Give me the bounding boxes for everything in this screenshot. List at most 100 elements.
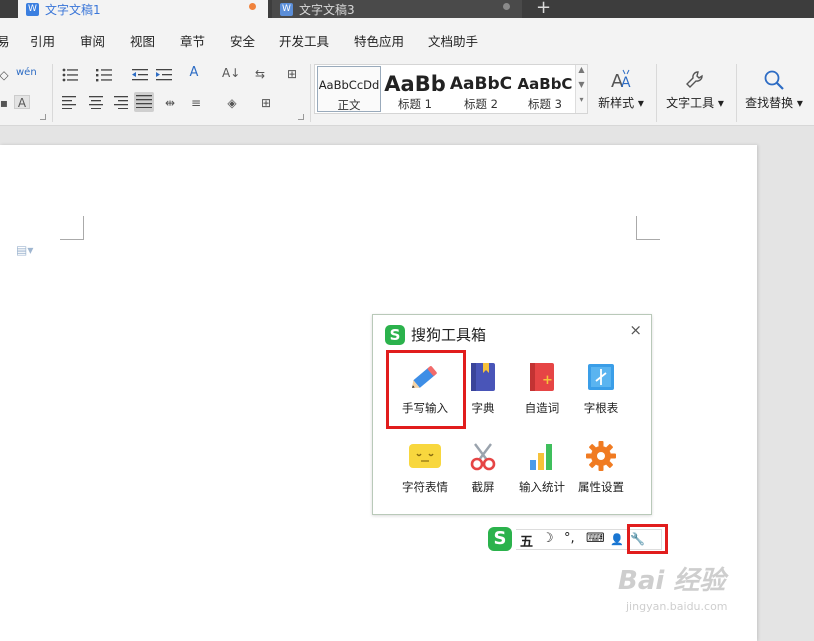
style-gallery: AaBbCcDd 正文 AaBb 标题 1 AaBbC 标题 2 AaBbC 标… bbox=[314, 64, 588, 114]
style-heading-1[interactable]: AaBb 标题 1 bbox=[383, 66, 447, 112]
sort-icon[interactable]: A↓ bbox=[222, 66, 240, 80]
tab-dot-icon bbox=[503, 3, 510, 10]
close-icon[interactable]: × bbox=[629, 321, 642, 339]
ribbon-separator bbox=[52, 64, 53, 122]
gallery-expand-icon[interactable]: ▾ bbox=[576, 95, 587, 104]
menu-item-chapter[interactable]: 章节 bbox=[180, 31, 205, 50]
style-label: 标题 3 bbox=[528, 97, 562, 111]
numbered-list-icon[interactable] bbox=[96, 68, 112, 82]
watermark-url: jingyan.baidu.com bbox=[626, 600, 728, 613]
menu-item-special-apps[interactable]: 特色应用 bbox=[354, 31, 404, 50]
font-dialog-launcher-icon[interactable] bbox=[40, 114, 46, 120]
text-tools-button[interactable]: 文字工具 ▾ bbox=[664, 66, 726, 111]
style-normal[interactable]: AaBbCcDd 正文 bbox=[317, 66, 381, 112]
line-spacing-icon[interactable]: ≡ bbox=[188, 96, 204, 110]
svg-text:A: A bbox=[621, 75, 631, 91]
show-hide-marks-icon[interactable]: ⊞ bbox=[284, 67, 300, 81]
tool-label: 字根表 bbox=[583, 401, 619, 415]
menu-item-security[interactable]: 安全 bbox=[230, 31, 255, 50]
style-sample: AaBbC bbox=[517, 75, 573, 93]
line-wrap-icon[interactable]: ⇆ bbox=[252, 67, 268, 81]
tool-screenshot[interactable]: 截屏 bbox=[452, 437, 514, 495]
watermark-main: Bai 经验 bbox=[618, 566, 726, 596]
new-style-icon: AA bbox=[596, 66, 646, 94]
style-heading-3[interactable]: AaBbC 标题 3 bbox=[515, 66, 575, 112]
borders-icon[interactable]: ⊞ bbox=[258, 96, 274, 110]
custom-word-icon: + bbox=[511, 358, 573, 396]
tab-document-3[interactable]: W 文字文稿3 bbox=[272, 0, 522, 18]
tool-label: 输入统计 bbox=[519, 480, 565, 494]
align-left-icon[interactable] bbox=[62, 96, 78, 110]
justify-icon[interactable] bbox=[134, 92, 154, 112]
highlight-toolbox-button bbox=[627, 524, 668, 554]
new-style-button[interactable]: AA 新样式 ▾ bbox=[596, 66, 646, 111]
char-shading-icon[interactable]: A bbox=[14, 95, 30, 110]
paragraph-layout-icon[interactable]: ▤▾ bbox=[16, 243, 33, 257]
style-heading-2[interactable]: AaBbC 标题 2 bbox=[449, 66, 513, 112]
ribbon-separator bbox=[310, 64, 311, 122]
find-replace-button[interactable]: 查找替换 ▾ bbox=[744, 66, 804, 111]
menu-item-partial[interactable]: 易 bbox=[0, 31, 10, 50]
stats-icon bbox=[511, 437, 573, 475]
tab-document-1[interactable]: W 文字文稿1 bbox=[18, 0, 268, 18]
ribbon-separator bbox=[656, 64, 657, 122]
tab-label: 文字文稿3 bbox=[299, 2, 355, 17]
keyboard-icon[interactable]: ⌨ bbox=[586, 531, 605, 546]
tool-radical-table[interactable]: 字根表 bbox=[570, 358, 632, 416]
tool-label: 字符表情 bbox=[402, 480, 448, 494]
text-direction-icon[interactable]: A bbox=[186, 66, 202, 80]
scissors-icon bbox=[452, 437, 514, 475]
phonetic-guide-icon[interactable]: wén bbox=[16, 66, 37, 80]
gallery-scrollbar[interactable]: ▲ ▼ ▾ bbox=[575, 65, 587, 113]
paragraph-dialog-launcher-icon[interactable] bbox=[298, 114, 304, 120]
align-right-icon[interactable] bbox=[112, 96, 128, 110]
style-label: 标题 2 bbox=[464, 97, 498, 111]
find-replace-label: 查找替换 ▾ bbox=[745, 96, 803, 110]
bullet-list-icon[interactable] bbox=[62, 68, 78, 82]
tool-custom-word[interactable]: + 自造词 bbox=[511, 358, 573, 416]
moon-icon[interactable]: ☽ bbox=[542, 531, 554, 546]
menu-item-doc-assistant[interactable]: 文档助手 bbox=[428, 31, 478, 50]
distributed-align-icon[interactable]: ⇹ bbox=[162, 96, 178, 110]
margin-corner-top-left bbox=[60, 216, 84, 240]
wps-writer-icon: W bbox=[26, 2, 39, 16]
chevron-down-icon[interactable]: ▼ bbox=[576, 80, 587, 89]
radical-table-icon bbox=[570, 358, 632, 396]
tool-emoticon[interactable]: 字符表情 bbox=[394, 437, 456, 495]
chevron-up-icon[interactable]: ▲ bbox=[576, 65, 587, 74]
new-tab-button[interactable]: + bbox=[536, 0, 551, 18]
tool-settings[interactable]: 属性设置 bbox=[570, 437, 632, 495]
sogou-logo-icon[interactable]: S bbox=[488, 527, 512, 551]
sogou-logo-icon: S bbox=[385, 325, 405, 345]
tool-label: 自造词 bbox=[524, 401, 560, 415]
increase-indent-icon[interactable] bbox=[156, 68, 172, 82]
style-label: 标题 1 bbox=[398, 97, 432, 111]
menu-item-review[interactable]: 审阅 bbox=[80, 31, 105, 50]
tool-label: 属性设置 bbox=[578, 480, 624, 494]
svg-text:+: + bbox=[542, 373, 553, 388]
menu-item-view[interactable]: 视图 bbox=[130, 31, 155, 50]
gear-icon bbox=[570, 437, 632, 475]
input-mode-icon[interactable]: 五 bbox=[520, 531, 533, 550]
highlight-handwriting bbox=[386, 350, 466, 429]
align-center-icon[interactable] bbox=[88, 96, 104, 110]
ribbon-toolbar: ◇ wén ▪ A A A↓ ⇆ ⊞ ⇹ ≡ ◈ ⊞ AaBbCcDd 正文 A… bbox=[0, 60, 814, 126]
menu-item-developer[interactable]: 开发工具 bbox=[279, 31, 329, 50]
font-tool-icon[interactable]: ◇ bbox=[0, 68, 12, 82]
margin-corner-top-right bbox=[636, 216, 660, 240]
menu-bar: 易 引用 审阅 视图 章节 安全 开发工具 特色应用 文档助手 bbox=[0, 18, 814, 60]
menu-item-references[interactable]: 引用 bbox=[30, 31, 55, 50]
shading-fill-icon[interactable]: ◈ bbox=[224, 96, 240, 110]
punctuation-icon[interactable]: °, bbox=[564, 531, 575, 546]
ribbon-separator bbox=[736, 64, 737, 122]
unsaved-dot-icon bbox=[249, 3, 256, 10]
tool-input-stats[interactable]: 输入统计 bbox=[511, 437, 573, 495]
style-label: 正文 bbox=[337, 98, 361, 112]
new-style-label: 新样式 ▾ bbox=[598, 96, 644, 110]
toolbox-title: 搜狗工具箱 bbox=[411, 326, 487, 344]
highlight-icon[interactable]: ▪ bbox=[0, 96, 12, 110]
decrease-indent-icon[interactable] bbox=[132, 68, 148, 82]
user-icon[interactable]: 👤 bbox=[610, 533, 624, 546]
search-icon bbox=[744, 66, 804, 94]
tool-label: 截屏 bbox=[471, 480, 495, 494]
